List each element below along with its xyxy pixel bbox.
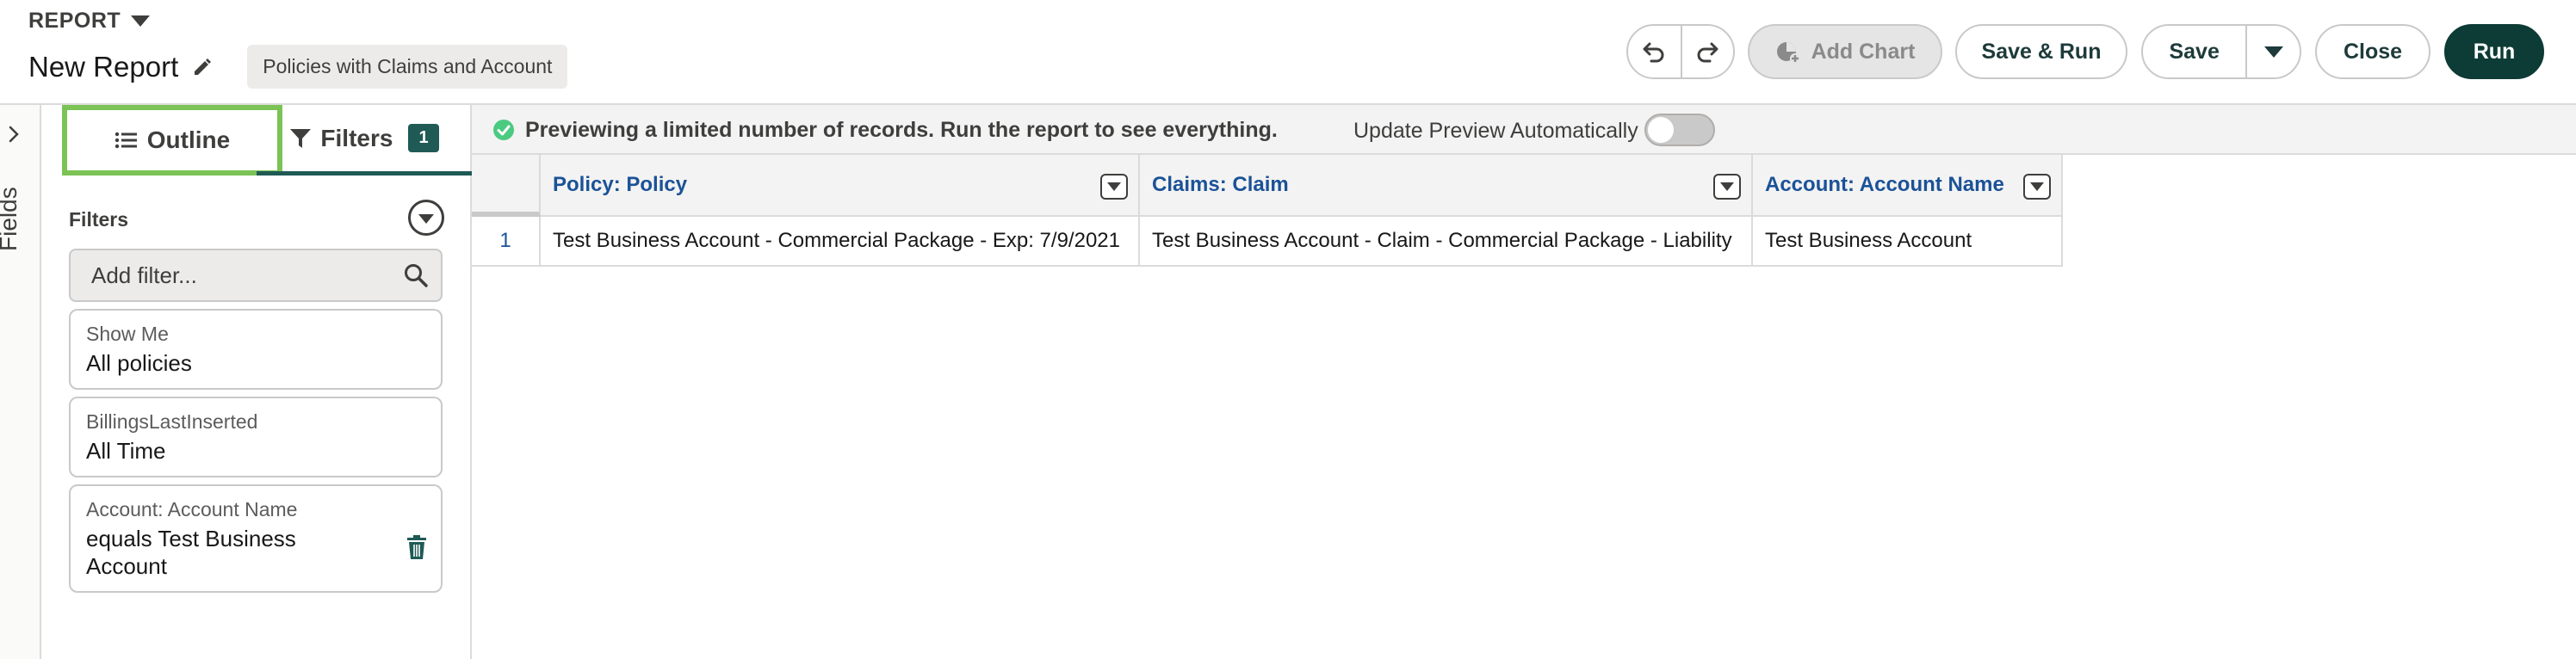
column-header-policy[interactable]: Policy: Policy xyxy=(541,155,1140,217)
column-header-label: Account: Account Name xyxy=(1765,173,2004,196)
save-split-button: Save xyxy=(2141,24,2301,79)
tab-filters-label: Filters xyxy=(320,124,393,151)
run-button[interactable]: Run xyxy=(2444,24,2544,79)
page-title: New Report xyxy=(28,50,179,83)
chevron-down-icon xyxy=(1107,182,1121,191)
column-header-account-name[interactable]: Account: Account Name xyxy=(1753,155,2063,217)
filters-collapse-button[interactable] xyxy=(408,200,444,236)
row-number-header xyxy=(472,155,541,217)
preview-notice-bar: Previewing a limited number of records. … xyxy=(472,105,2576,155)
trash-icon[interactable] xyxy=(405,534,429,560)
filter-value: All policies xyxy=(86,350,192,376)
search-icon xyxy=(405,264,428,287)
filter-label: Account: Account Name xyxy=(86,498,298,520)
chevron-down-icon xyxy=(2263,46,2283,58)
tab-outline-label: Outline xyxy=(146,126,231,153)
table-cell-account-name[interactable]: Test Business Account xyxy=(1753,217,2063,267)
report-type-badge: Policies with Claims and Account xyxy=(247,45,568,89)
filter-billings-last-inserted[interactable]: BillingsLastInserted All Time xyxy=(69,397,443,477)
redo-icon xyxy=(1698,42,1718,63)
chevron-down-icon xyxy=(2030,182,2044,191)
filter-value: equals Test Business Account xyxy=(86,526,296,579)
preview-message: Previewing a limited number of records. … xyxy=(525,118,1278,142)
fields-rail-label: Fields xyxy=(0,187,22,251)
chevron-down-icon xyxy=(1720,182,1734,191)
close-button[interactable]: Close xyxy=(2315,24,2430,79)
success-check-icon xyxy=(493,120,514,140)
filter-label: BillingsLastInserted xyxy=(86,410,258,433)
report-label: REPORT xyxy=(28,9,121,33)
add-chart-button[interactable]: Add Chart xyxy=(1748,24,1942,79)
save-button[interactable]: Save xyxy=(2143,26,2245,77)
filters-heading: Filters xyxy=(69,208,129,231)
fields-rail[interactable]: Fields xyxy=(0,105,41,659)
add-filter-input[interactable] xyxy=(69,249,443,302)
table-cell-policy[interactable]: Test Business Account - Commercial Packa… xyxy=(541,217,1140,267)
caret-down-icon xyxy=(131,15,151,27)
add-chart-label: Add Chart xyxy=(1811,39,1916,64)
redo-button[interactable] xyxy=(1680,26,1733,77)
left-panel: Outline Filters 1 Filters Show Me All po… xyxy=(41,105,472,659)
column-header-label: Policy: Policy xyxy=(553,173,688,196)
table-cell-claim[interactable]: Test Business Account - Claim - Commerci… xyxy=(1140,217,1753,267)
filter-icon xyxy=(290,128,312,148)
chevron-right-icon[interactable] xyxy=(5,124,22,145)
chevron-down-icon xyxy=(418,214,434,224)
report-header: REPORT New Report Policies with Claims a… xyxy=(0,0,2576,105)
column-header-claim[interactable]: Claims: Claim xyxy=(1140,155,1753,217)
toggle-knob xyxy=(1648,117,1674,143)
update-preview-label: Update Preview Automatically xyxy=(1353,119,1638,143)
tab-outline[interactable]: Outline xyxy=(62,105,282,176)
pencil-icon[interactable] xyxy=(192,57,213,77)
column-menu-button[interactable] xyxy=(1100,174,1128,200)
title-row: New Report Policies with Claims and Acco… xyxy=(28,45,568,89)
undo-icon xyxy=(1643,42,1664,63)
report-menu[interactable]: REPORT xyxy=(28,9,151,34)
filter-account-name[interactable]: Account: Account Name equals Test Busine… xyxy=(69,484,443,593)
undo-button[interactable] xyxy=(1628,26,1681,77)
tab-filters[interactable]: Filters 1 xyxy=(257,105,472,176)
chart-icon xyxy=(1776,42,1800,64)
column-menu-button[interactable] xyxy=(1713,174,1741,200)
filter-label: Show Me xyxy=(86,323,169,345)
update-preview-toggle[interactable] xyxy=(1644,114,1715,146)
save-and-run-button[interactable]: Save & Run xyxy=(1955,24,2127,79)
undo-redo-group xyxy=(1626,24,1735,79)
list-icon xyxy=(115,132,137,149)
save-options-button[interactable] xyxy=(2245,26,2300,77)
filter-value: All Time xyxy=(86,438,166,464)
filter-show-me[interactable]: Show Me All policies xyxy=(69,309,443,390)
row-number: 1 xyxy=(472,217,541,267)
column-header-label: Claims: Claim xyxy=(1152,173,1289,196)
column-menu-button[interactable] xyxy=(2023,174,2051,200)
filter-count-badge: 1 xyxy=(408,124,439,152)
